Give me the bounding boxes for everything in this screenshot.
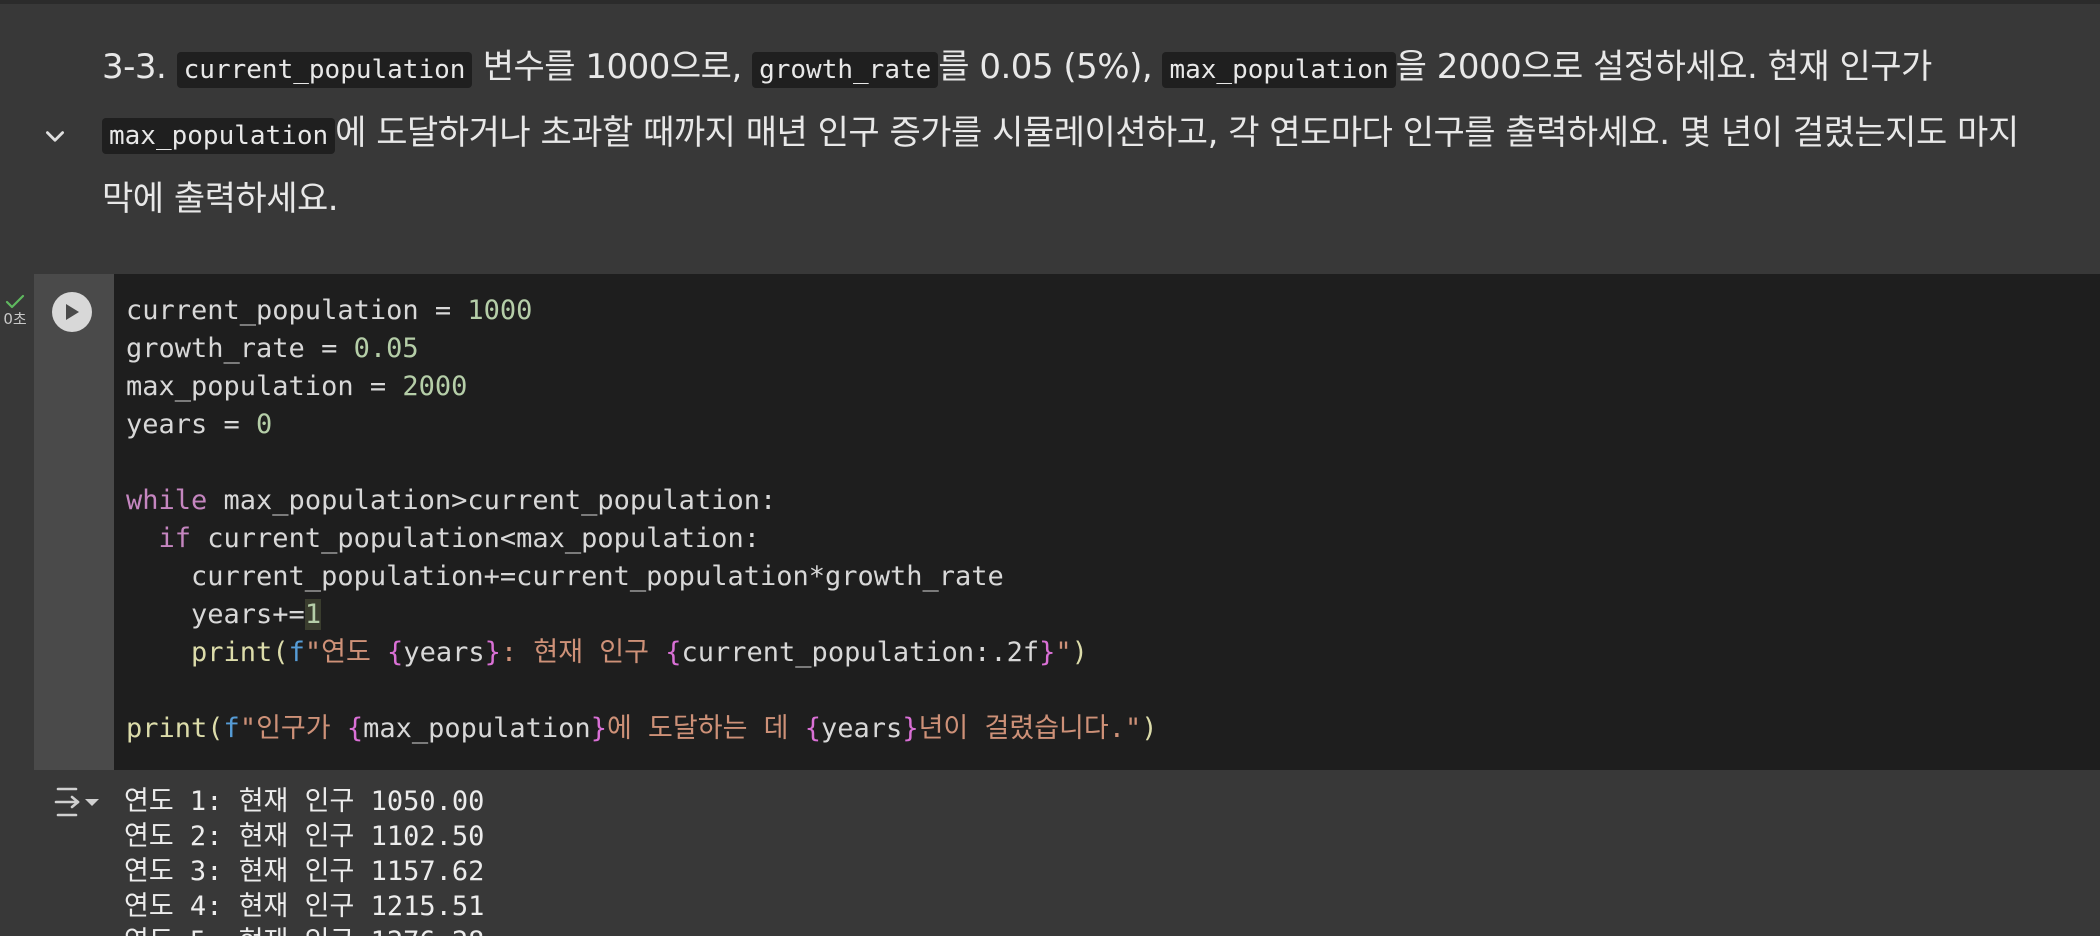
code-paren: )	[1141, 713, 1158, 744]
code-string: "연도	[304, 637, 388, 668]
code-brace: {	[346, 713, 364, 744]
code-function: print	[191, 637, 273, 668]
code-number: 0.05	[353, 333, 419, 364]
output-line: 연도 1: 현재 인구 1050.00	[124, 786, 485, 817]
code-line-2: growth_rate = 0.05	[126, 330, 1158, 368]
output-menu-icon	[54, 787, 99, 817]
code-paren: (	[207, 713, 224, 744]
code-token: max_population	[363, 713, 591, 744]
inline-code: max_population	[1162, 52, 1396, 88]
code-line-6: while max_population>current_population:	[126, 482, 1158, 520]
code-token: years	[403, 637, 485, 668]
code-token: current_population+=current_population*g…	[126, 561, 1004, 592]
code-token: current_population<max_population:	[191, 523, 760, 554]
task-text: 에 도달하거나 초과할 때까지 매년 인구 증가를 시뮬레이션하고, 각 연도마…	[102, 113, 2019, 219]
code-string: 에 도달하는 데	[606, 713, 805, 744]
output-text: 연도 1: 현재 인구 1050.00 연도 2: 현재 인구 1102.50 연도…	[124, 784, 484, 936]
code-line-12: print(f"인구가 {max_population}에 도달하는 데 {ye…	[126, 710, 1158, 748]
code-line-10: print(f"연도 {years}: 현재 인구 {current_popul…	[126, 634, 1158, 672]
code-brace: {	[665, 637, 682, 668]
task-text: 3-3.	[102, 47, 177, 87]
code-token: years	[821, 713, 903, 744]
code-token: current_population =	[126, 295, 468, 326]
task-text: 를 0.05 (5%),	[938, 47, 1163, 87]
output-area: 연도 1: 현재 인구 1050.00 연도 2: 현재 인구 1102.50 연도…	[34, 770, 2100, 936]
code-brace: {	[387, 637, 404, 668]
code-line-9: years+=1	[126, 596, 1158, 634]
task-text: 변수를 1000으로,	[472, 47, 753, 87]
code-paren: (	[272, 637, 289, 668]
output-line: 연도 4: 현재 인구 1215.51	[124, 891, 485, 922]
code-keyword: if	[158, 523, 192, 554]
output-line: 연도 2: 현재 인구 1102.50	[124, 821, 485, 852]
code-line-1: current_population = 1000	[126, 292, 1158, 330]
code-token: max_population>current_population:	[207, 485, 777, 516]
code-brace: }	[484, 637, 501, 668]
code-string: 년이 걸렸습니다."	[918, 713, 1142, 744]
execution-status: 0초	[0, 294, 30, 344]
code-keyword: while	[126, 485, 208, 516]
code-function: print	[126, 713, 208, 744]
collapse-toggle[interactable]	[38, 120, 72, 154]
play-icon	[66, 304, 79, 320]
inline-code: max_population	[102, 118, 336, 154]
code-number: 1	[304, 599, 322, 630]
code-cell-gutter	[34, 274, 114, 770]
task-description: 3-3. current_population 변수를 1000으로, grow…	[102, 36, 2047, 231]
code-editor[interactable]: current_population = 1000 growth_rate = 0…	[114, 274, 2100, 770]
code-fstring-prefix: f	[223, 713, 240, 744]
code-line-4: years = 0	[126, 406, 1158, 444]
task-text: 을 2000으로 설정하세요. 현재 인구가	[1395, 47, 1933, 87]
output-menu-button[interactable]	[52, 782, 102, 822]
code-line-3: max_population = 2000	[126, 368, 1158, 406]
code-brace: }	[902, 713, 919, 744]
inline-code: growth_rate	[752, 52, 939, 88]
inline-code: current_population	[176, 52, 473, 88]
code-brace: }	[1039, 637, 1056, 668]
code-line-7: if current_population<max_population:	[126, 520, 1158, 558]
code-fstring-prefix: f	[288, 637, 305, 668]
code-token: current_population:.2f	[681, 637, 1040, 668]
code-token: years+=	[126, 599, 305, 630]
code-number: 1000	[467, 295, 533, 326]
code-token: years =	[126, 409, 257, 440]
code-token: max_population =	[126, 371, 403, 402]
code-brace: }	[590, 713, 607, 744]
chevron-down-icon	[46, 131, 64, 142]
code-brace: {	[804, 713, 822, 744]
code-token: growth_rate =	[126, 333, 354, 364]
code-number: 0	[256, 409, 273, 440]
code-string: : 현재 인구	[500, 637, 666, 668]
text-cell[interactable]: 3-3. current_population 변수를 1000으로, grow…	[0, 4, 2100, 274]
run-cell-button[interactable]	[52, 292, 92, 332]
execution-time: 0초	[3, 310, 27, 328]
code-number: 2000	[402, 371, 468, 402]
code-string: "	[1055, 637, 1072, 668]
code-string: "인구가	[239, 713, 347, 744]
code-content[interactable]: current_population = 1000 growth_rate = 0…	[126, 292, 1158, 748]
output-line: 연도 5: 현재 인구 1276.28	[124, 924, 484, 936]
code-paren: )	[1071, 637, 1088, 668]
code-line-8: current_population+=current_population*g…	[126, 558, 1158, 596]
output-line: 연도 3: 현재 인구 1157.62	[124, 856, 485, 887]
